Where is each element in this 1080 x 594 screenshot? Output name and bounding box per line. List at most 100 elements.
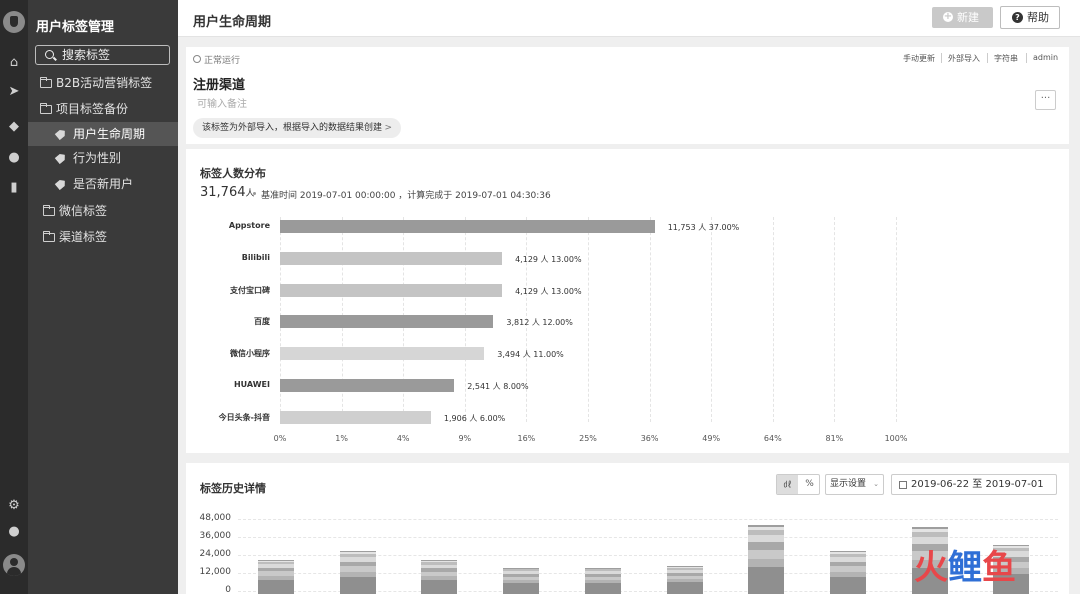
column-segment [666, 578, 703, 583]
column-segment [829, 552, 866, 555]
column-segment [748, 527, 785, 530]
x-tick-label: 16% [517, 434, 536, 443]
sidebar-item-label: 项目标签备份 [56, 102, 129, 116]
home-icon[interactable]: ⌂ [0, 55, 28, 71]
column-segment [584, 576, 621, 580]
search-icon [45, 50, 54, 59]
column-segment [829, 571, 866, 577]
column-segment [666, 572, 703, 576]
sidebar-item-gender[interactable]: 行为性别 [28, 146, 178, 170]
column-segment [339, 552, 376, 555]
column-segment [258, 579, 294, 591]
column-segment [258, 575, 294, 580]
column-segment [339, 576, 376, 591]
tag-icon[interactable]: ◆ [0, 119, 28, 135]
column-segment [503, 571, 540, 574]
display-settings-select[interactable]: 显示设置 ⌄ [825, 474, 884, 495]
chevron-down-icon: ⌄ [873, 480, 879, 488]
date-range-value: 2019-06-22 至 2019-07-01 [911, 479, 1044, 490]
bar[interactable] [280, 251, 503, 265]
more-button[interactable]: ··· [1035, 90, 1056, 110]
help-button[interactable]: ? 帮助 [1000, 6, 1060, 29]
column-segment [748, 558, 785, 568]
stacked-column[interactable] [666, 566, 703, 594]
column-segment [421, 575, 458, 580]
x-tick-label: 100% [884, 434, 908, 443]
bar-value-label: 2,541 人 8.00% [467, 382, 529, 391]
column-segment [666, 567, 703, 568]
grid-line [649, 217, 651, 422]
column-segment [829, 566, 866, 572]
bar[interactable] [280, 283, 503, 297]
bar[interactable] [280, 347, 485, 361]
user-count-value: 31,764 [200, 185, 246, 200]
avatar-icon[interactable] [3, 554, 25, 576]
column-segment [503, 569, 540, 572]
sidebar-item-new-user[interactable]: 是否新用户 [28, 172, 178, 196]
column-segment [666, 568, 703, 570]
search-input[interactable]: 搜索标签 [35, 45, 170, 65]
watermark-char: 火 [914, 548, 948, 588]
plus-icon: + [943, 11, 953, 22]
user-icon[interactable]: ● [0, 150, 28, 166]
column-segment [748, 525, 785, 527]
x-tick-label: 1% [335, 434, 348, 443]
gear-icon[interactable]: ⚙ [0, 498, 28, 514]
column-segment [584, 573, 621, 577]
new-button-label: 新建 [957, 11, 979, 24]
grid-line [896, 217, 897, 422]
chart-view-button[interactable]: ㎗ [777, 475, 798, 494]
stacked-column[interactable] [258, 559, 294, 594]
tag-icon [55, 152, 68, 165]
new-button[interactable]: + 新建 [932, 7, 993, 28]
status-badge: 正常运行 [193, 53, 240, 66]
sidebar-item-label: 微信标签 [59, 204, 108, 218]
stacked-column[interactable] [748, 525, 785, 594]
meta-update-mode: 手动更新 [903, 54, 935, 63]
sidebar-item-backup[interactable]: 项目标签备份 [28, 97, 178, 121]
column-segment [911, 531, 948, 537]
sidebar-item-wechat[interactable]: 微信标签 [28, 199, 178, 223]
x-tick-label: 64% [763, 434, 782, 443]
divider [941, 53, 942, 63]
column-segment [339, 557, 376, 562]
stacked-column[interactable] [503, 567, 540, 594]
bar[interactable] [280, 315, 494, 329]
folder-icon [40, 103, 52, 114]
tag-icon [55, 128, 68, 141]
column-segment [258, 559, 294, 561]
import-hint-text: 该标签为外部导入，根据导入的数据结果创建 [202, 123, 383, 133]
stacked-column[interactable] [421, 560, 458, 594]
bar[interactable] [280, 379, 455, 392]
remark-input[interactable]: 可输入备注 [197, 95, 247, 110]
sidebar-item-b2b[interactable]: B2B活动营销标签 [28, 71, 178, 95]
column-segment [584, 569, 621, 572]
grid-line [588, 217, 589, 422]
date-range-picker[interactable]: 2019-06-22 至 2019-07-01 [891, 474, 1057, 495]
question-icon: ? [1012, 12, 1023, 23]
y-tick-label: 48,000 [199, 513, 232, 523]
bar[interactable] [280, 220, 655, 233]
percent-view-button[interactable]: % [799, 475, 819, 494]
stacked-column[interactable] [584, 567, 621, 594]
watermark-logo: 火鲤鱼 [914, 548, 1016, 588]
calc-details: 基准时间 2019-07-01 00:00:00 ，计算完成于 2019-07-… [253, 188, 551, 201]
tag-info-card: 正常运行 手动更新 外部导入 字符串 admin 注册渠道 可输入备注 ··· … [186, 47, 1069, 144]
category-label: 百度 [254, 317, 270, 327]
column-segment [666, 575, 703, 579]
stacked-column[interactable] [339, 551, 376, 594]
sidebar-item-lifecycle[interactable]: 用户生命周期 [28, 122, 178, 146]
send-icon[interactable]: ➤ [0, 84, 28, 100]
sidebar-item-label: B2B活动营销标签 [56, 76, 153, 90]
stacked-column[interactable] [829, 551, 866, 594]
x-tick-label: 0% [273, 434, 287, 443]
history-title: 标签历史详情 [200, 482, 266, 495]
calendar-icon [899, 481, 907, 489]
y-tick-label: 24,000 [199, 549, 232, 559]
bar-chart-icon[interactable]: ▮ [0, 180, 28, 196]
chat-icon[interactable]: ● [0, 524, 28, 540]
bar[interactable] [280, 410, 431, 424]
import-hint[interactable]: 该标签为外部导入，根据导入的数据结果创建 > [193, 118, 401, 138]
bar-value-label: 4,129 人 13.00% [515, 254, 582, 264]
sidebar-item-channel[interactable]: 渠道标签 [28, 225, 178, 249]
